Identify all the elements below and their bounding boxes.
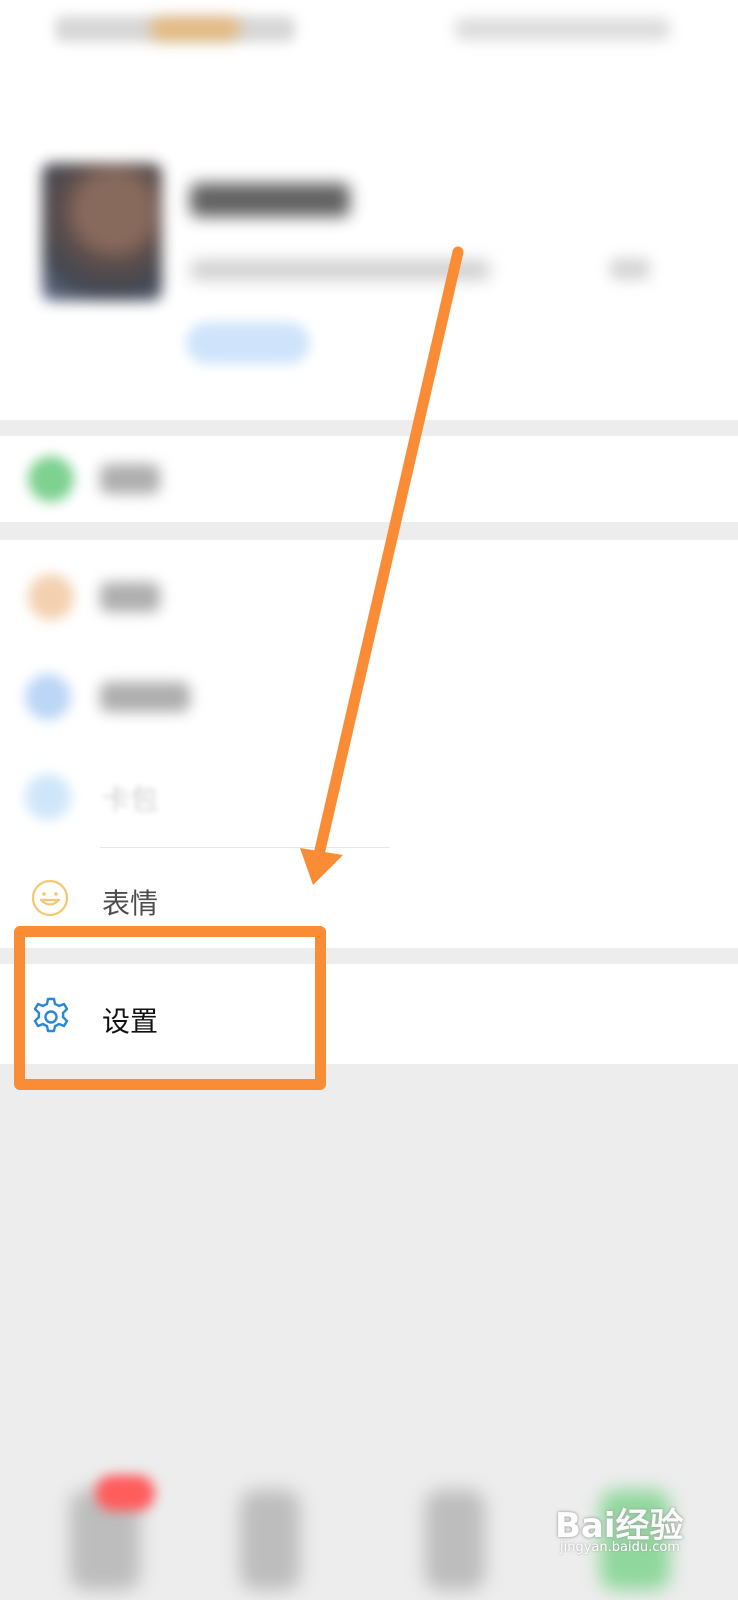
tab-contacts[interactable] [240, 1490, 300, 1590]
arrow-annotation [300, 246, 464, 885]
tab-discover[interactable] [425, 1490, 485, 1590]
screen: 卡包 表情 设置 Bai经验 jingyan.baidu.com [0, 0, 738, 1600]
watermark-url: jingyan.baidu.com [560, 1540, 680, 1555]
unread-badge [95, 1475, 155, 1511]
